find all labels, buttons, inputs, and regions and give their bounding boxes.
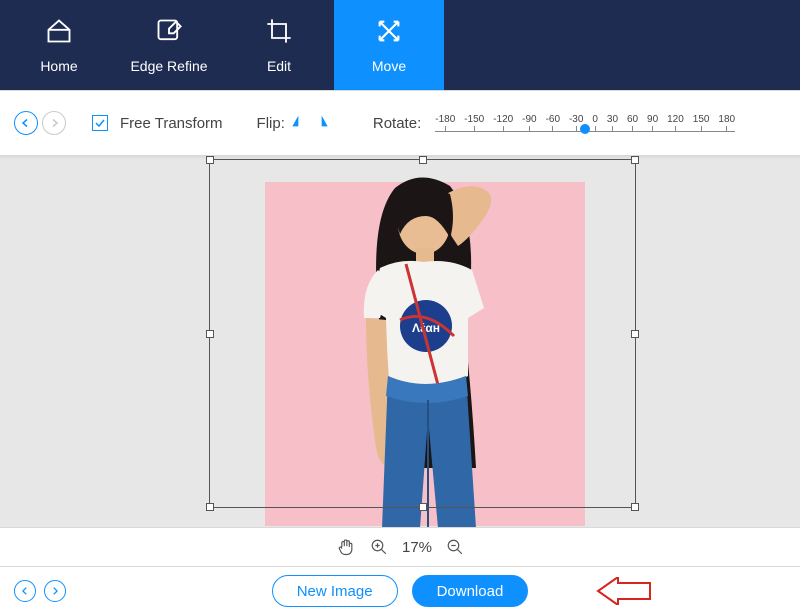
redo-button[interactable]	[42, 111, 66, 135]
rotate-slider[interactable]: -180 -150 -120 -90 -60 -30 0 30 60 90 12…	[435, 114, 735, 132]
pan-hand-icon[interactable]	[336, 537, 356, 557]
selection-box[interactable]	[209, 159, 636, 508]
nav-edit[interactable]: Edit	[224, 0, 334, 90]
zoom-in-icon[interactable]	[370, 538, 388, 556]
new-image-button[interactable]: New Image	[272, 575, 398, 607]
prev-image-button[interactable]	[14, 580, 36, 602]
handle-s[interactable]	[419, 503, 427, 511]
nav-home[interactable]: Home	[4, 0, 114, 90]
rotate-label: Rotate:	[373, 115, 421, 132]
move-icon	[375, 17, 403, 50]
undo-button[interactable]	[14, 111, 38, 135]
handle-e[interactable]	[631, 330, 639, 338]
canvas-area[interactable]: Λέαн	[0, 156, 800, 527]
paging-group	[14, 580, 66, 602]
handle-se[interactable]	[631, 503, 639, 511]
handle-sw[interactable]	[206, 503, 214, 511]
nav-edge-refine[interactable]: Edge Refine	[114, 0, 224, 90]
rotate-group: Rotate: -180 -150 -120 -90 -60 -30 0 30 …	[373, 114, 735, 132]
flip-vertical-icon[interactable]	[313, 113, 329, 133]
options-bar: Free Transform Flip: Rotate: -180 -150 -…	[0, 90, 800, 156]
handle-w[interactable]	[206, 330, 214, 338]
nav-move[interactable]: Move	[334, 0, 444, 90]
zoom-percent: 17%	[402, 539, 432, 556]
nav-edge-refine-label: Edge Refine	[130, 58, 207, 74]
edge-refine-icon	[155, 17, 183, 50]
nav-move-label: Move	[372, 58, 406, 74]
flip-horizontal-icon[interactable]	[291, 113, 307, 133]
handle-ne[interactable]	[631, 156, 639, 164]
undo-redo-group	[14, 111, 66, 135]
top-nav: Home Edge Refine Edit Move	[0, 0, 800, 90]
home-icon	[45, 17, 73, 50]
center-actions: New Image Download	[0, 575, 800, 607]
download-label: Download	[437, 583, 504, 600]
nav-edit-label: Edit	[267, 58, 291, 74]
nav-home-label: Home	[40, 58, 77, 74]
new-image-label: New Image	[297, 583, 373, 600]
zoom-bar: 17%	[0, 527, 800, 567]
rotate-thumb[interactable]	[580, 124, 590, 134]
action-bar: New Image Download	[0, 567, 800, 615]
flip-label: Flip:	[257, 115, 285, 132]
handle-n[interactable]	[419, 156, 427, 164]
next-image-button[interactable]	[44, 580, 66, 602]
crop-icon	[265, 17, 293, 50]
flip-group: Flip:	[257, 113, 329, 133]
zoom-out-icon[interactable]	[446, 538, 464, 556]
free-transform-label: Free Transform	[120, 115, 223, 132]
download-button[interactable]: Download	[412, 575, 529, 607]
free-transform-checkbox[interactable]	[92, 115, 108, 131]
handle-nw[interactable]	[206, 156, 214, 164]
attention-arrow-icon	[596, 577, 652, 605]
